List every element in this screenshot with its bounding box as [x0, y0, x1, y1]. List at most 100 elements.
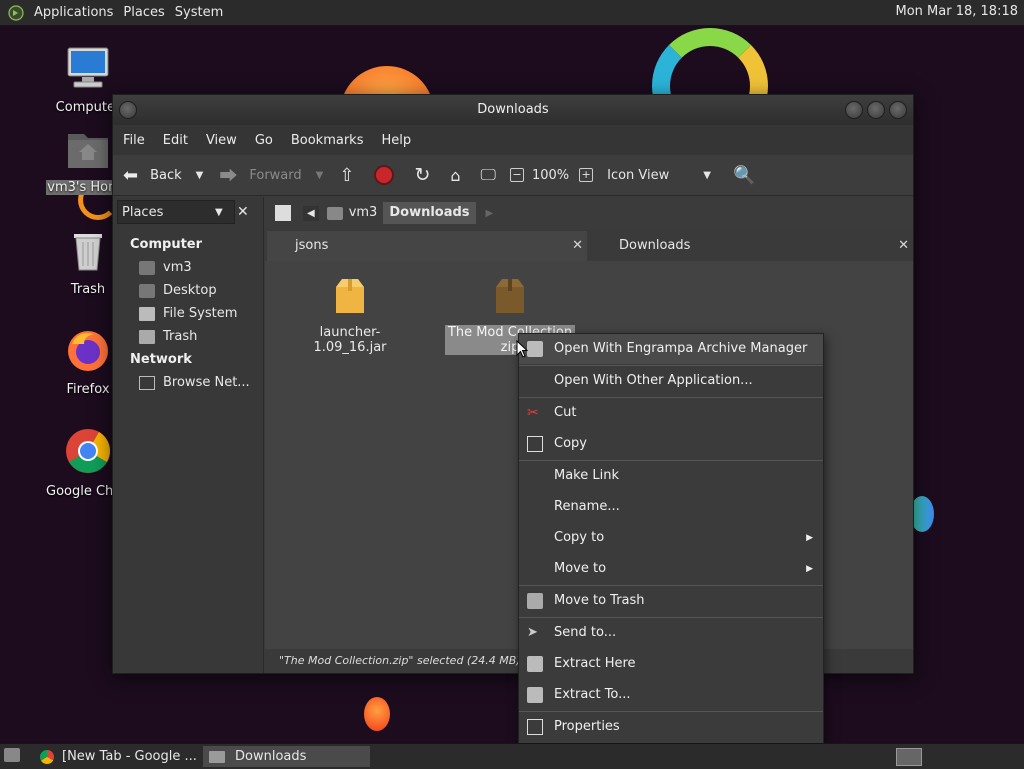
home-folder-icon [68, 134, 108, 168]
properties-icon [527, 719, 543, 735]
menu-help[interactable]: Help [381, 133, 411, 148]
window-titlebar[interactable]: Downloads [113, 95, 913, 125]
crumb-downloads[interactable]: Downloads [383, 202, 476, 224]
search-icon[interactable]: 🔍 [733, 165, 755, 186]
back-arrow-icon: ⬅ [123, 164, 139, 186]
menu-item-copy-to[interactable]: Copy to ▶ [519, 523, 823, 553]
submenu-arrow-icon: ▶ [806, 564, 813, 574]
menu-item-rename[interactable]: Rename... [519, 492, 823, 522]
minimize-button[interactable] [845, 101, 863, 119]
forward-history-dropdown[interactable]: ▼ [316, 170, 324, 181]
sidebar-item-label: File System [163, 306, 238, 321]
top-panel: Applications Places System Mon Mar 18, 1… [0, 0, 1024, 26]
close-sidebar-icon[interactable]: ✕ [237, 204, 249, 220]
home-folder-icon [326, 206, 343, 220]
applications-menu[interactable]: Applications [34, 5, 113, 20]
close-tab-icon[interactable]: ✕ [572, 231, 583, 261]
up-arrow-icon[interactable]: ⇧ [339, 165, 354, 186]
sidebar-item-label: Trash [163, 329, 198, 344]
tab-bar: jsons ✕ Downloads ✕ [265, 229, 913, 261]
computer-icon[interactable]: 🖵 [481, 165, 496, 185]
file-item[interactable]: launcher-1.09_16.jar [285, 277, 415, 355]
menu-item-properties[interactable]: Properties [519, 712, 823, 742]
menu-item-open-with-engrampa[interactable]: Open With Engrampa Archive Manager [519, 334, 823, 364]
home-icon[interactable]: ⌂ [450, 166, 460, 185]
clock[interactable]: Mon Mar 18, 18:18 [896, 4, 1018, 19]
computer-icon [67, 47, 109, 88]
forward-arrow-icon: ⮕ [219, 166, 238, 187]
sidebar-item-browse-network[interactable]: Browse Net... [113, 371, 263, 394]
sidebar-item-filesystem[interactable]: File System [113, 302, 263, 325]
pathbar: ◀ vm3 Downloads ▶ [265, 197, 913, 229]
menu-item-extract-here[interactable]: Extract Here [519, 649, 823, 679]
view-mode-dropdown-icon[interactable]: ▼ [703, 170, 711, 181]
menu-item-make-link[interactable]: Make Link [519, 461, 823, 491]
tab-label: jsons [295, 238, 329, 253]
crumb-vm3[interactable]: vm3 [343, 202, 384, 224]
view-mode-select[interactable]: Icon View [607, 168, 669, 183]
system-menu[interactable]: System [175, 5, 223, 20]
task-label: [New Tab - Google ... [62, 749, 197, 764]
drive-icon [139, 306, 155, 321]
taskbar: [New Tab - Google ... Downloads [0, 743, 1024, 769]
menu-item-open-with-other[interactable]: Open With Other Application... [519, 366, 823, 396]
sidebar-item-trash[interactable]: Trash [113, 325, 263, 348]
window-title: Downloads [477, 102, 549, 117]
file-name: launcher-1.09_16.jar [313, 325, 387, 355]
tab-jsons[interactable]: jsons ✕ [267, 231, 587, 261]
menu-edit[interactable]: Edit [163, 133, 188, 148]
menu-item-extract-to[interactable]: Extract To... [519, 680, 823, 710]
chevron-down-icon: ▼ [215, 206, 223, 218]
zoom-in-icon[interactable]: + [579, 168, 594, 182]
path-right-arrow-icon[interactable]: ▶ [486, 208, 494, 219]
task-downloads[interactable]: Downloads [203, 746, 370, 767]
folder-icon [209, 750, 225, 763]
show-desktop-icon[interactable] [4, 748, 20, 762]
copy-icon [527, 436, 543, 452]
stop-icon[interactable] [374, 165, 395, 185]
menu-item-copy[interactable]: Copy [519, 429, 823, 459]
workspace-switcher-icon[interactable] [896, 748, 922, 766]
sidebar-item-label: Desktop [163, 283, 217, 298]
menu-go[interactable]: Go [255, 133, 273, 148]
sidebar-pane-select[interactable]: Places ▼ [117, 200, 235, 224]
back-button[interactable]: ⬅ Back [123, 165, 182, 186]
forward-button[interactable]: ⮕ Forward [219, 162, 301, 188]
back-label: Back [150, 167, 182, 183]
mate-logo-icon[interactable] [8, 4, 24, 21]
maximize-button[interactable] [867, 101, 885, 119]
window-menu-button[interactable] [119, 101, 137, 119]
trash-icon [74, 234, 102, 271]
edit-location-icon[interactable] [275, 205, 291, 221]
close-button[interactable] [889, 101, 907, 119]
menu-view[interactable]: View [206, 133, 237, 148]
sidebar-item-vm3[interactable]: vm3 [113, 256, 263, 279]
menu-item-send-to[interactable]: ➤ Send to... [519, 618, 823, 648]
menu-bookmarks[interactable]: Bookmarks [291, 133, 364, 148]
zoom-out-icon[interactable]: − [509, 168, 524, 182]
task-chrome[interactable]: [New Tab - Google ... [36, 746, 200, 767]
reload-icon[interactable]: ↻ [414, 164, 430, 186]
sidebar-section-computer: Computer [130, 237, 203, 252]
sidebar-section-network: Network [130, 352, 192, 367]
menu-item-cut[interactable]: ✂ Cut [519, 398, 823, 428]
mouse-cursor-icon [516, 340, 528, 358]
places-menu[interactable]: Places [123, 5, 164, 20]
path-left-arrow-icon[interactable]: ◀ [303, 205, 319, 221]
menu-file[interactable]: File [123, 133, 145, 148]
tab-label: Downloads [619, 238, 691, 253]
sidebar-item-desktop[interactable]: Desktop [113, 279, 263, 302]
menu-item-move-to-trash[interactable]: Move to Trash [519, 586, 823, 616]
menubar: File Edit View Go Bookmarks Help [113, 125, 913, 155]
scissors-icon: ✂ [527, 405, 539, 421]
archive-icon [527, 341, 543, 357]
extract-icon [527, 656, 543, 672]
close-tab-icon[interactable]: ✕ [898, 231, 909, 261]
back-history-dropdown[interactable]: ▼ [196, 170, 204, 181]
desktop-folder-icon [139, 283, 155, 298]
menu-item-move-to[interactable]: Move to ▶ [519, 554, 823, 584]
zoom-level: 100% [531, 167, 570, 183]
small-orange-decoration [364, 697, 390, 731]
home-folder-icon [139, 260, 155, 275]
tab-downloads[interactable]: Downloads ✕ [591, 231, 913, 261]
